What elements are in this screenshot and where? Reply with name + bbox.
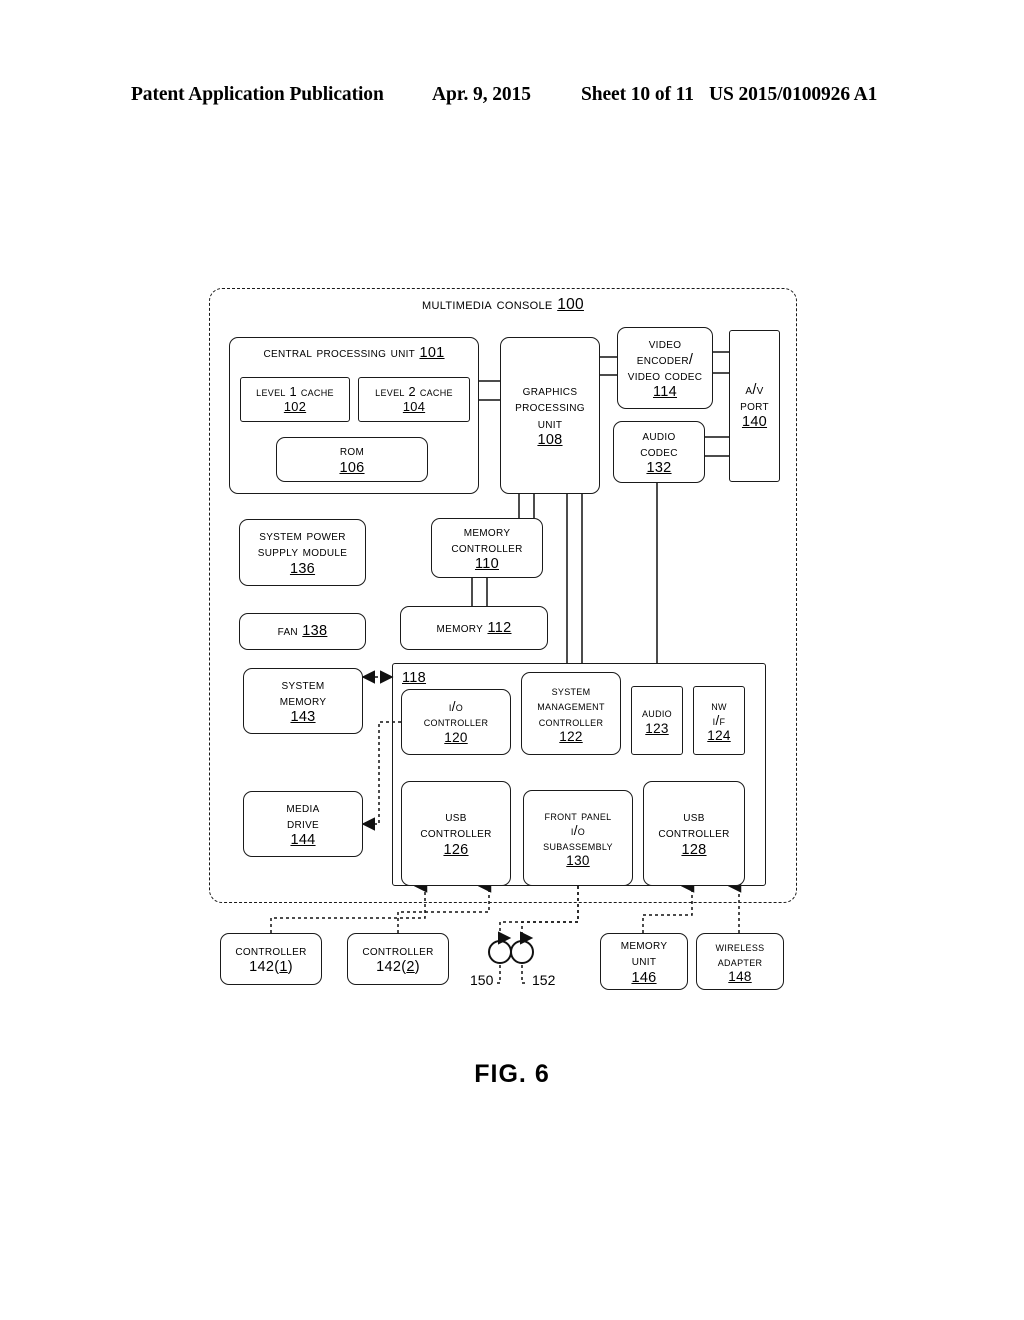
system-mgmt-ref: 122 [559, 728, 583, 744]
controller-142-1-box: Controller 142(1) [220, 933, 322, 985]
av-port-ref: 140 [741, 414, 768, 431]
rom-label: ROM [339, 443, 365, 460]
system-memory-ref: 143 [290, 709, 316, 726]
audio-codec-ref: 132 [646, 460, 672, 477]
usb-controller-128-box: USB Controller 128 [643, 781, 745, 886]
video-encoder-codec-box: Video Encoder/ Video Codec 114 [617, 327, 713, 409]
media-drive-ref: 144 [290, 832, 316, 849]
memory-controller-box: Memory Controller 110 [431, 518, 543, 578]
power-supply-line-1: System Power [259, 528, 346, 545]
front-panel-line-1: Front Panel [544, 807, 612, 823]
usb-128-line-2: Controller [658, 825, 730, 842]
audio-ref: 123 [645, 720, 669, 736]
media-drive-line-2: Drive [286, 815, 320, 832]
media-drive-line-1: Media [286, 799, 320, 816]
usb-128-ref: 128 [681, 841, 707, 858]
video-codec-line-3: Video Codec [627, 368, 703, 384]
level-1-cache-ref: 102 [283, 398, 307, 414]
console-title: Multimedia Console 100 [422, 296, 584, 313]
usb-128-line-1: USB [683, 809, 705, 826]
memory-controller-ref: 110 [474, 556, 500, 573]
usb-126-line-1: USB [445, 809, 467, 826]
figure-caption: FIG. 6 [474, 1060, 550, 1088]
io-controller-line-1: I/O [448, 699, 464, 715]
system-mgmt-line-2: Management [537, 698, 605, 714]
front-panel-line-3: Subassembly [543, 838, 613, 853]
usb-126-line-2: Controller [420, 825, 492, 842]
gpu-line-3: Unit [537, 415, 563, 432]
level-1-cache-box: Level 1 Cache 102 [240, 377, 350, 422]
nw-if-ref: 124 [707, 728, 731, 744]
level-1-cache-label: Level 1 Cache [256, 384, 334, 400]
node-150-ref: 150 [470, 972, 494, 988]
system-memory-line-2: Memory [279, 692, 327, 709]
system-memory-line-1: System [281, 676, 325, 693]
gpu-line-2: Processing [515, 399, 585, 416]
system-mgmt-line-3: Controller [538, 713, 604, 729]
power-supply-ref: 136 [289, 560, 316, 577]
av-port-line-1: A/V [745, 381, 764, 398]
controller-1-label: Controller [235, 942, 307, 959]
video-codec-line-1: Video [648, 335, 682, 352]
video-codec-ref: 114 [652, 384, 678, 401]
front-panel-ref: 130 [566, 853, 590, 869]
fan-box: Fan 138 [239, 613, 366, 650]
system-mgmt-line-1: System [551, 683, 591, 699]
controller-1-ref: 142(1) [249, 959, 293, 975]
system-power-supply-module-box: System Power Supply Module 136 [239, 519, 366, 586]
power-supply-line-2: Supply Module [257, 544, 348, 561]
io-controller-line-2: Controller [423, 714, 489, 730]
memory-unit-line-1: Memory [620, 937, 668, 954]
memory-controller-line-2: Controller [451, 539, 523, 556]
io-container-ref: 118 [402, 670, 427, 686]
memory-unit-ref: 146 [631, 969, 657, 986]
rom-ref: 106 [339, 459, 365, 476]
video-codec-line-2: Encoder/ [636, 351, 694, 368]
av-port-line-2: Port [740, 397, 769, 414]
controller-2-ref: 142(2) [376, 959, 420, 975]
av-port-box: A/V Port 140 [729, 330, 780, 482]
wireless-adapter-line-1: Wireless [715, 938, 765, 954]
audio-line-1: Audio [641, 705, 672, 721]
wireless-adapter-line-2: Adapter [717, 953, 763, 969]
gpu-ref: 108 [537, 431, 563, 448]
gpu-line-1: Graphics [522, 383, 578, 400]
memory-unit-line-2: Unit [631, 953, 657, 970]
front-panel-io-subassembly-box: Front Panel I/O Subassembly 130 [523, 790, 633, 886]
audio-codec-line-2: Codec [640, 443, 678, 460]
io-controller-ref: 120 [444, 729, 468, 745]
level-2-cache-ref: 104 [402, 398, 426, 414]
media-drive-box: Media Drive 144 [243, 791, 363, 857]
usb-126-ref: 126 [443, 841, 469, 858]
cpu-title: Central Processing Unit 101 [263, 345, 445, 361]
memory-unit-box: Memory Unit 146 [600, 933, 688, 990]
node-152-ref: 152 [532, 972, 556, 988]
controller-2-label: Controller [362, 942, 434, 959]
audio-codec-box: Audio Codec 132 [613, 421, 705, 483]
audio-box: Audio 123 [631, 686, 683, 755]
system-management-controller-box: System Management Controller 122 [521, 672, 621, 755]
io-controller-box: I/O Controller 120 [401, 689, 511, 755]
figure-6-diagram: Multimedia Console 100 Central Processin… [0, 0, 1024, 1320]
nw-if-line-2: I/F [712, 712, 726, 728]
front-panel-line-2: I/O [570, 822, 586, 838]
level-2-cache-label: Level 2 Cache [375, 384, 453, 400]
network-interface-box: NW I/F 124 [693, 686, 745, 755]
system-memory-box: System Memory 143 [243, 668, 363, 734]
wireless-adapter-ref: 148 [728, 969, 752, 985]
memory-controller-line-1: Memory [463, 523, 511, 540]
usb-controller-126-box: USB Controller 126 [401, 781, 511, 886]
rom-box: ROM 106 [276, 437, 428, 482]
controller-142-2-box: Controller 142(2) [347, 933, 449, 985]
memory-label: Memory 112 [436, 619, 512, 636]
wireless-adapter-box: Wireless Adapter 148 [696, 933, 784, 990]
audio-codec-line-1: Audio [642, 427, 676, 444]
level-2-cache-box: Level 2 Cache 104 [358, 377, 470, 422]
fan-label: Fan 138 [277, 623, 328, 640]
graphics-processing-unit-box: Graphics Processing Unit 108 [500, 337, 600, 494]
memory-box: Memory 112 [400, 606, 548, 650]
nw-if-line-1: NW [711, 697, 727, 713]
